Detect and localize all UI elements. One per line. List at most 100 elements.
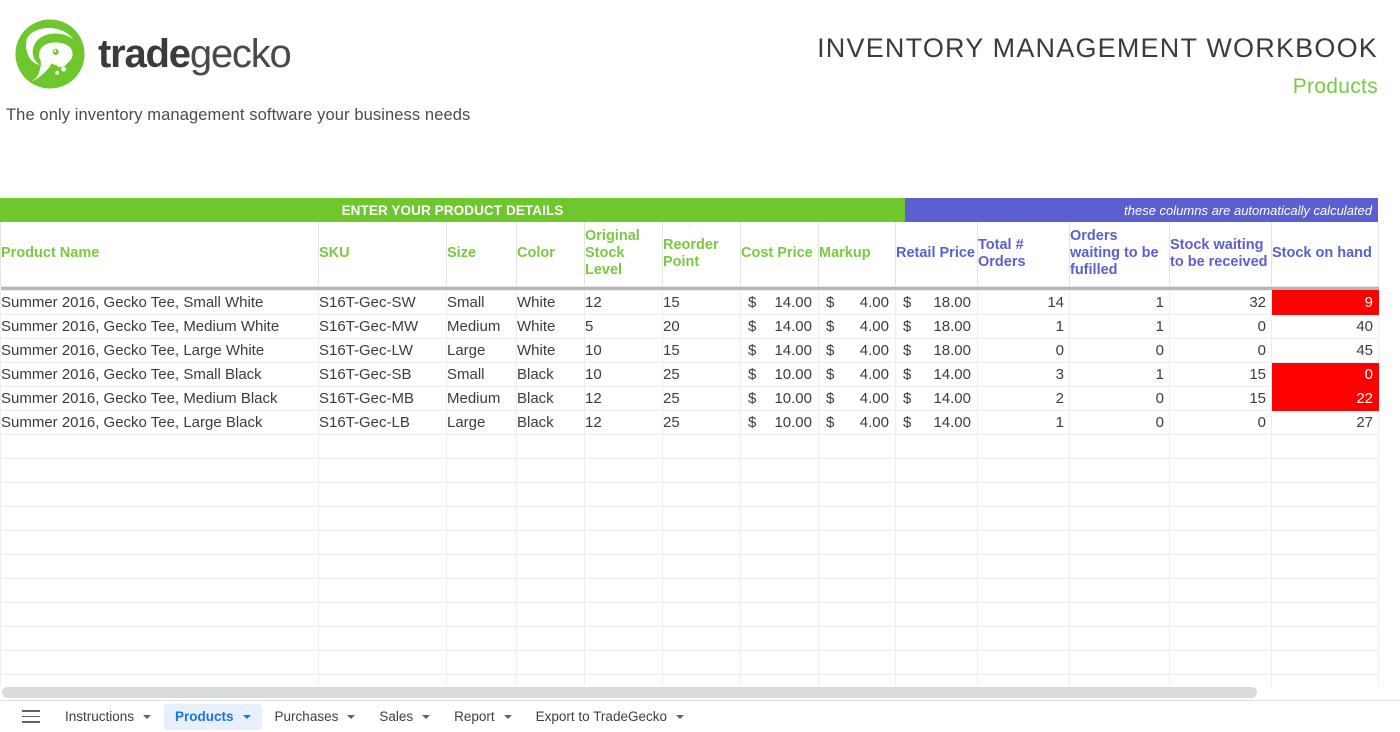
cell-empty[interactable] bbox=[1271, 553, 1379, 579]
cell-stock-on-hand[interactable]: 27 bbox=[1271, 409, 1379, 435]
cell-sku[interactable]: S16T-Gec-LW bbox=[318, 337, 447, 363]
chevron-down-icon[interactable] bbox=[242, 714, 251, 719]
table-row-empty[interactable] bbox=[0, 457, 1379, 483]
col-header-stock-on-hand[interactable]: Stock on hand bbox=[1271, 222, 1379, 287]
cell-empty[interactable] bbox=[516, 457, 585, 483]
cell-empty[interactable] bbox=[0, 601, 319, 627]
cell-empty[interactable] bbox=[0, 529, 319, 555]
cell-markup[interactable]: $4.00 bbox=[818, 361, 896, 387]
sheet-tab-sales[interactable]: Sales bbox=[368, 704, 441, 730]
cell-cost-price[interactable]: $14.00 bbox=[740, 289, 819, 315]
cell-total-orders[interactable]: 14 bbox=[977, 289, 1070, 315]
cell-empty[interactable] bbox=[662, 457, 741, 483]
sheet-tab-export-to-tradegecko[interactable]: Export to TradeGecko bbox=[525, 704, 695, 730]
table-row-empty[interactable] bbox=[0, 625, 1379, 651]
cell-stock-waiting[interactable]: 0 bbox=[1169, 409, 1272, 435]
cell-empty[interactable] bbox=[446, 553, 517, 579]
cell-empty[interactable] bbox=[584, 649, 663, 675]
cell-empty[interactable] bbox=[318, 433, 447, 459]
cell-empty[interactable] bbox=[446, 457, 517, 483]
cell-empty[interactable] bbox=[0, 481, 319, 507]
cell-empty[interactable] bbox=[977, 457, 1070, 483]
cell-empty[interactable] bbox=[1069, 625, 1170, 651]
chevron-down-icon[interactable] bbox=[347, 714, 356, 719]
cell-empty[interactable] bbox=[584, 577, 663, 603]
cell-product-name[interactable]: Summer 2016, Gecko Tee, Small Black bbox=[0, 361, 319, 387]
cell-empty[interactable] bbox=[1169, 457, 1272, 483]
cell-empty[interactable] bbox=[0, 505, 319, 531]
cell-markup[interactable]: $4.00 bbox=[818, 409, 896, 435]
cell-retail-price[interactable]: $18.00 bbox=[895, 337, 978, 363]
cell-empty[interactable] bbox=[1069, 577, 1170, 603]
cell-empty[interactable] bbox=[0, 649, 319, 675]
cell-empty[interactable] bbox=[584, 505, 663, 531]
cell-empty[interactable] bbox=[446, 625, 517, 651]
cell-retail-price[interactable]: $14.00 bbox=[895, 361, 978, 387]
cell-empty[interactable] bbox=[1169, 529, 1272, 555]
cell-empty[interactable] bbox=[516, 529, 585, 555]
cell-retail-price[interactable]: $14.00 bbox=[895, 385, 978, 411]
cell-empty[interactable] bbox=[1271, 481, 1379, 507]
cell-empty[interactable] bbox=[318, 553, 447, 579]
cell-empty[interactable] bbox=[740, 505, 819, 531]
cell-empty[interactable] bbox=[446, 433, 517, 459]
cell-size[interactable]: Large bbox=[446, 337, 517, 363]
cell-stock-on-hand[interactable]: 45 bbox=[1271, 337, 1379, 363]
cell-empty[interactable] bbox=[662, 577, 741, 603]
cell-color[interactable]: White bbox=[516, 313, 585, 339]
cell-sku[interactable]: S16T-Gec-SB bbox=[318, 361, 447, 387]
cell-stock-on-hand-alert[interactable]: 9 bbox=[1271, 289, 1379, 315]
cell-empty[interactable] bbox=[584, 433, 663, 459]
cell-empty[interactable] bbox=[516, 481, 585, 507]
cell-orders-waiting[interactable]: 1 bbox=[1069, 313, 1170, 339]
cell-orders-waiting[interactable]: 1 bbox=[1069, 361, 1170, 387]
table-row[interactable]: Summer 2016, Gecko Tee, Medium Black S16T… bbox=[0, 385, 1379, 411]
cell-retail-price[interactable]: $18.00 bbox=[895, 313, 978, 339]
cell-empty[interactable] bbox=[446, 505, 517, 531]
col-header-markup[interactable]: Markup bbox=[818, 222, 896, 287]
cell-empty[interactable] bbox=[516, 649, 585, 675]
cell-empty[interactable] bbox=[1169, 553, 1272, 579]
cell-cost-price[interactable]: $14.00 bbox=[740, 313, 819, 339]
table-row-empty[interactable] bbox=[0, 505, 1379, 531]
cell-empty[interactable] bbox=[740, 553, 819, 579]
cell-empty[interactable] bbox=[895, 433, 978, 459]
cell-sku[interactable]: S16T-Gec-MW bbox=[318, 313, 447, 339]
cell-empty[interactable] bbox=[818, 649, 896, 675]
cell-original-stock-level[interactable]: 10 bbox=[584, 337, 663, 363]
table-row-empty[interactable] bbox=[0, 433, 1379, 459]
cell-empty[interactable] bbox=[895, 529, 978, 555]
cell-empty[interactable] bbox=[0, 625, 319, 651]
cell-size[interactable]: Small bbox=[446, 289, 517, 315]
sheet-tab-instructions[interactable]: Instructions bbox=[54, 704, 162, 730]
cell-empty[interactable] bbox=[818, 577, 896, 603]
cell-empty[interactable] bbox=[318, 457, 447, 483]
cell-markup[interactable]: $4.00 bbox=[818, 385, 896, 411]
cell-empty[interactable] bbox=[318, 601, 447, 627]
cell-empty[interactable] bbox=[0, 433, 319, 459]
cell-empty[interactable] bbox=[1169, 433, 1272, 459]
cell-empty[interactable] bbox=[1169, 481, 1272, 507]
cell-orders-waiting[interactable]: 1 bbox=[1069, 289, 1170, 315]
cell-markup[interactable]: $4.00 bbox=[818, 289, 896, 315]
cell-empty[interactable] bbox=[1271, 457, 1379, 483]
col-header-sku[interactable]: SKU bbox=[318, 222, 447, 287]
chevron-down-icon[interactable] bbox=[675, 714, 684, 719]
cell-empty[interactable] bbox=[977, 625, 1070, 651]
cell-empty[interactable] bbox=[446, 649, 517, 675]
cell-stock-waiting[interactable]: 15 bbox=[1169, 361, 1272, 387]
cell-empty[interactable] bbox=[1069, 481, 1170, 507]
cell-reorder-point[interactable]: 25 bbox=[662, 361, 741, 387]
col-header-total-orders[interactable]: Total # Orders bbox=[977, 222, 1070, 287]
cell-size[interactable]: Medium bbox=[446, 385, 517, 411]
col-header-cost-price[interactable]: Cost Price bbox=[740, 222, 819, 287]
cell-empty[interactable] bbox=[516, 553, 585, 579]
cell-empty[interactable] bbox=[1271, 577, 1379, 603]
cell-empty[interactable] bbox=[895, 505, 978, 531]
table-row[interactable]: Summer 2016, Gecko Tee, Medium White S16T… bbox=[0, 313, 1379, 339]
cell-empty[interactable] bbox=[584, 481, 663, 507]
cell-reorder-point[interactable]: 20 bbox=[662, 313, 741, 339]
cell-original-stock-level[interactable]: 12 bbox=[584, 385, 663, 411]
cell-empty[interactable] bbox=[318, 649, 447, 675]
cell-empty[interactable] bbox=[818, 457, 896, 483]
